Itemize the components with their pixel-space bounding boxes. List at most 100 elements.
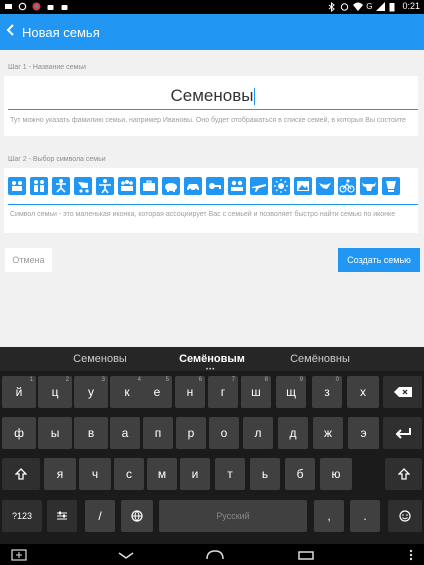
key-у[interactable]: 3у xyxy=(74,376,108,408)
key-х[interactable]: х xyxy=(347,376,379,408)
key-р[interactable]: р xyxy=(176,417,206,449)
symbol-underline xyxy=(8,204,418,205)
photo-icon[interactable] xyxy=(294,177,312,195)
soccer-icon[interactable] xyxy=(52,177,70,195)
settings-key[interactable] xyxy=(47,500,77,532)
key-э[interactable]: э xyxy=(348,417,379,449)
key-и[interactable]: и xyxy=(180,458,210,490)
key-е[interactable]: 5е xyxy=(142,376,172,408)
screenshot-icon[interactable] xyxy=(8,547,30,562)
car-icon[interactable] xyxy=(184,177,202,195)
space-key[interactable]: Русский xyxy=(159,500,307,532)
key-щ[interactable]: 9щ xyxy=(276,376,306,408)
cyclist-icon[interactable] xyxy=(338,177,356,195)
suggestion-left[interactable]: Семеновы xyxy=(35,353,165,365)
backspace-key[interactable] xyxy=(383,376,422,408)
signal-icon xyxy=(376,1,386,11)
key-о[interactable]: о xyxy=(209,417,239,449)
text-cursor xyxy=(254,88,256,106)
kids-icon[interactable] xyxy=(96,177,114,195)
emoji-key[interactable] xyxy=(388,500,422,532)
key-к[interactable]: 4к xyxy=(110,376,144,408)
family-name-value: Семеновы xyxy=(170,86,254,105)
key-ч[interactable]: ч xyxy=(79,458,111,490)
sliders-icon xyxy=(57,511,67,520)
page-title: Новая семья xyxy=(22,24,100,40)
shift-key[interactable] xyxy=(2,458,40,490)
key-п[interactable]: п xyxy=(143,417,173,449)
key-ь[interactable]: ь xyxy=(250,458,280,490)
status-bar: G 0:21 xyxy=(0,0,424,14)
chrome-icon xyxy=(32,2,41,11)
home-nav-icon[interactable] xyxy=(204,547,226,562)
key-а[interactable]: а xyxy=(110,417,140,449)
language-key[interactable] xyxy=(121,500,153,532)
key-т[interactable]: т xyxy=(215,458,245,490)
sms-icon xyxy=(4,2,13,11)
key-в[interactable]: в xyxy=(74,417,108,449)
slash-key[interactable]: / xyxy=(85,500,115,532)
key-ы[interactable]: ы xyxy=(38,417,72,449)
family-icon[interactable] xyxy=(8,177,26,195)
period-key[interactable]: . xyxy=(350,500,380,532)
bull-icon[interactable] xyxy=(360,177,378,195)
sun-icon[interactable] xyxy=(272,177,290,195)
key-й[interactable]: 1й xyxy=(2,376,36,408)
comma-key[interactable]: , xyxy=(314,500,344,532)
android-icon xyxy=(60,2,69,11)
soft-keyboard: Семеновы Семёновым Семёновны ••• 1й 2ц 3… xyxy=(0,347,424,544)
bird-icon[interactable] xyxy=(316,177,334,195)
piggy-bank-icon[interactable] xyxy=(162,177,180,195)
key-ж[interactable]: ж xyxy=(313,417,343,449)
family-symbol-card: Символ семьи - это маленькая иконка, кот… xyxy=(4,168,418,233)
emoji-icon xyxy=(399,510,411,522)
key-н[interactable]: 6н xyxy=(175,376,205,408)
shift-key-right[interactable] xyxy=(385,458,422,490)
family-name-card: Семеновы Тут можно указать фамилию семьи… xyxy=(4,76,418,136)
key-с[interactable]: с xyxy=(114,458,144,490)
cancel-button[interactable]: Отмена xyxy=(5,248,52,272)
battery-icon xyxy=(389,2,398,11)
create-family-button[interactable]: Создать семью xyxy=(338,248,420,272)
key-м[interactable]: м xyxy=(147,458,177,490)
suggestion-right[interactable]: Семёновны xyxy=(255,353,385,365)
family-name-hint: Тут можно указать фамилию семьи, наприме… xyxy=(10,117,406,124)
enter-icon xyxy=(395,428,411,439)
key-з[interactable]: 0з xyxy=(312,376,342,408)
group-icon[interactable] xyxy=(118,177,136,195)
key-ц[interactable]: 2ц xyxy=(38,376,72,408)
people-icon[interactable] xyxy=(228,177,246,195)
symbol-list xyxy=(8,177,400,195)
enter-key[interactable] xyxy=(383,417,422,449)
key-г[interactable]: 7г xyxy=(208,376,238,408)
briefcase-icon[interactable] xyxy=(140,177,158,195)
back-arrow-icon[interactable] xyxy=(2,23,20,41)
recent-apps-icon[interactable] xyxy=(295,547,317,562)
key-icon[interactable] xyxy=(206,177,224,195)
step1-label: Шаг 1 - Название семьи xyxy=(8,64,86,71)
key-д[interactable]: д xyxy=(278,417,308,449)
key-ф[interactable]: ф xyxy=(2,417,36,449)
backspace-icon xyxy=(393,387,412,397)
key-ш[interactable]: 8ш xyxy=(241,376,271,408)
family-name-input[interactable]: Семеновы xyxy=(8,82,418,110)
app-bar: Новая семья xyxy=(0,14,424,50)
shift-icon xyxy=(397,468,410,480)
cup-icon[interactable] xyxy=(382,177,400,195)
couple-icon[interactable] xyxy=(30,177,48,195)
navigation-bar xyxy=(0,544,424,565)
back-nav-icon[interactable] xyxy=(115,547,137,562)
key-б[interactable]: б xyxy=(285,458,315,490)
wifi-icon xyxy=(353,2,364,11)
stroller-icon[interactable] xyxy=(74,177,92,195)
plane-icon[interactable] xyxy=(250,177,268,195)
shift-icon xyxy=(15,468,27,480)
more-suggestions-dots[interactable]: ••• xyxy=(206,367,215,373)
key-л[interactable]: л xyxy=(243,417,273,449)
key-я[interactable]: я xyxy=(44,458,76,490)
key-ю[interactable]: ю xyxy=(320,458,352,490)
android-icon xyxy=(46,2,55,11)
symbols-key[interactable]: ?123 xyxy=(2,500,42,532)
status-time: 0:21 xyxy=(402,1,420,11)
menu-dots-icon[interactable] xyxy=(400,547,422,562)
